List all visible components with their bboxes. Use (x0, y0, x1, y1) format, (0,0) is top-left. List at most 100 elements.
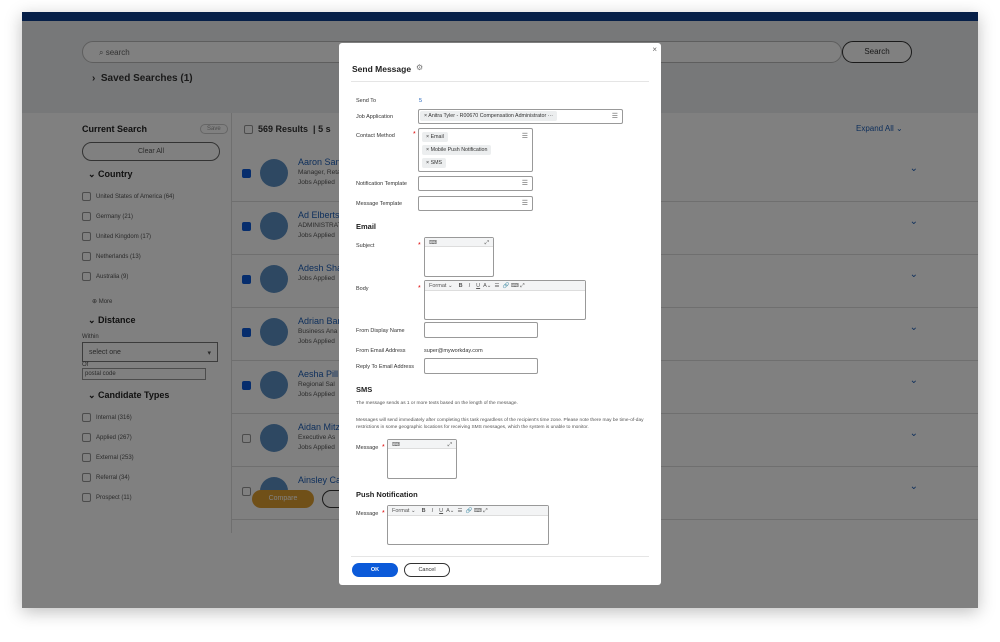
expand-icon[interactable]: ⤢ (448, 442, 452, 449)
checkbox[interactable] (82, 433, 91, 442)
list-icon[interactable]: ☰ (612, 112, 618, 120)
filter-option[interactable]: Internal (316) (82, 413, 222, 433)
checkbox[interactable] (82, 232, 91, 241)
checkbox[interactable] (82, 493, 91, 502)
filter-option[interactable]: United Kingdom (17) (82, 232, 222, 252)
sms-message-input[interactable]: ⌨ ⤢ (387, 439, 457, 479)
subject-label: Subject (356, 243, 375, 249)
clear-all-button[interactable]: Clear All (82, 142, 220, 161)
send-to-count[interactable]: 5 (419, 98, 422, 104)
candidate-name[interactable]: Aesha Pill (298, 369, 338, 379)
contact-method-pill[interactable]: × SMS (422, 158, 447, 168)
chevron-down-icon[interactable]: ⌄ (910, 428, 918, 439)
filter-option[interactable]: Prospect (11) (82, 493, 222, 513)
checkbox[interactable] (82, 212, 91, 221)
contact-method-field[interactable]: × Email × Mobile Push Notification × SMS ☰ (418, 128, 533, 172)
from-email-label: From Email Address (356, 348, 406, 354)
candidate-jobs: Jobs Applied (298, 391, 335, 398)
reply-to-label: Reply To Email Address (356, 364, 414, 370)
caret-down-icon: ▾ (207, 350, 211, 357)
distance-select[interactable]: select one ▾ (82, 342, 218, 362)
saved-searches[interactable]: › Saved Searches (1) (92, 73, 193, 84)
checkbox[interactable] (82, 453, 91, 462)
checkbox[interactable] (82, 252, 91, 261)
checkbox[interactable] (82, 272, 91, 281)
chevron-down-icon[interactable]: ⌄ (910, 163, 918, 174)
body-label: Body (356, 286, 369, 292)
list-icon[interactable]: ☰ (522, 199, 528, 207)
row-checkbox[interactable] (242, 487, 251, 496)
row-checkbox[interactable] (242, 381, 251, 390)
expand-all-button[interactable]: Expand All ⌄ (856, 124, 903, 133)
push-message-label: Message (356, 511, 379, 517)
reply-to-input[interactable] (424, 358, 538, 374)
chevron-down-icon[interactable]: ⌄ (910, 322, 918, 333)
contact-method-pill[interactable]: × Mobile Push Notification (422, 145, 492, 155)
filter-option[interactable]: Germany (21) (82, 212, 222, 232)
more-link[interactable]: ⊕ More (92, 298, 222, 305)
candidate-name[interactable]: Adrian Ban (298, 316, 343, 326)
candidate-jobs: Jobs Applied (298, 444, 335, 451)
chevron-down-icon[interactable]: ⌄ (910, 375, 918, 386)
notification-template-field[interactable]: ☰ (418, 176, 533, 191)
filter-option[interactable]: United States of America (64) (82, 192, 222, 212)
candidate-types-heading[interactable]: ⌄ Candidate Types (88, 390, 222, 401)
filter-option[interactable]: Netherlands (13) (82, 252, 222, 272)
within-label: Within (82, 334, 99, 340)
checkbox[interactable] (82, 192, 91, 201)
candidate-name[interactable]: Aidan Mitz (298, 422, 340, 432)
checkbox[interactable] (82, 473, 91, 482)
sms-disclaimer: Messages will send immediately after com… (356, 418, 644, 430)
search-button[interactable]: Search (842, 41, 912, 63)
row-checkbox[interactable] (242, 222, 251, 231)
candidate-name[interactable]: Ad Elbertse (298, 210, 345, 220)
settings-sliders-icon[interactable]: ⚙ (416, 63, 423, 72)
push-message-editor[interactable]: Format ⌄ B I U A⌄ ☰ 🔗 ⌨ ⤢ (387, 505, 549, 545)
list-icon[interactable]: ☰ (522, 179, 528, 187)
row-checkbox[interactable] (242, 328, 251, 337)
chevron-down-icon: ⌄ (88, 315, 99, 325)
search-icon: ⌕ (99, 48, 106, 57)
close-icon[interactable]: × (652, 45, 657, 54)
job-application-field[interactable]: × Anitra Tyler - R00670 Compensation Adm… (418, 109, 623, 124)
candidate-title: Executive As (298, 434, 336, 441)
candidate-name[interactable]: Adesh Shal (298, 263, 344, 273)
from-display-name-input[interactable] (424, 322, 538, 338)
list-icon[interactable]: ☰ (522, 132, 528, 140)
message-template-label: Message Template (356, 201, 403, 207)
distance-heading[interactable]: ⌄ Distance (88, 315, 222, 326)
chevron-right-icon: › (92, 73, 101, 84)
row-checkbox[interactable] (242, 169, 251, 178)
chevron-down-icon[interactable]: ⌄ (910, 269, 918, 280)
job-application-pill[interactable]: × Anitra Tyler - R00670 Compensation Adm… (420, 111, 558, 121)
chevron-down-icon[interactable]: ⌄ (910, 481, 918, 492)
body-editor[interactable]: Format ⌄ B I U A⌄ ☰ 🔗 ⌨ ⤢ (424, 280, 586, 320)
expand-icon[interactable]: ⤢ (485, 240, 489, 247)
filter-option[interactable]: Referral (34) (82, 473, 222, 493)
candidate-name[interactable]: Aaron Sanc (298, 157, 345, 167)
rich-text-toolbar[interactable]: Format ⌄ B I U A⌄ ☰ 🔗 ⌨ ⤢ (388, 506, 548, 516)
row-checkbox[interactable] (242, 275, 251, 284)
filter-option[interactable]: Australia (9) (82, 272, 222, 292)
message-template-field[interactable]: ☰ (418, 196, 533, 211)
candidate-title: ADMINISTRAT (298, 222, 342, 229)
chevron-down-icon[interactable]: ⌄ (910, 216, 918, 227)
save-button[interactable]: Save (200, 124, 228, 134)
ok-button[interactable]: OK (352, 563, 398, 577)
contact-method-pill[interactable]: × Email (422, 132, 448, 142)
country-heading[interactable]: ⌄ Country (88, 169, 222, 180)
avatar (260, 424, 288, 452)
filter-option[interactable]: Applied (267) (82, 433, 222, 453)
rich-text-toolbar[interactable]: Format ⌄ B I U A⌄ ☰ 🔗 ⌨ ⤢ (425, 281, 585, 291)
candidate-title: Regional Sal (298, 381, 335, 388)
compare-button[interactable]: Compare (252, 490, 314, 508)
postal-code-input[interactable]: postal code (82, 368, 206, 380)
candidate-name[interactable]: Ainsley Ca (298, 475, 341, 485)
cancel-button[interactable]: Cancel (404, 563, 450, 577)
subject-input[interactable]: ⌨ ⤢ (424, 237, 494, 277)
select-all-checkbox[interactable] (244, 125, 253, 135)
from-display-name-label: From Display Name (356, 328, 405, 334)
row-checkbox[interactable] (242, 434, 251, 443)
checkbox[interactable] (82, 413, 91, 422)
filter-option[interactable]: External (253) (82, 453, 222, 473)
